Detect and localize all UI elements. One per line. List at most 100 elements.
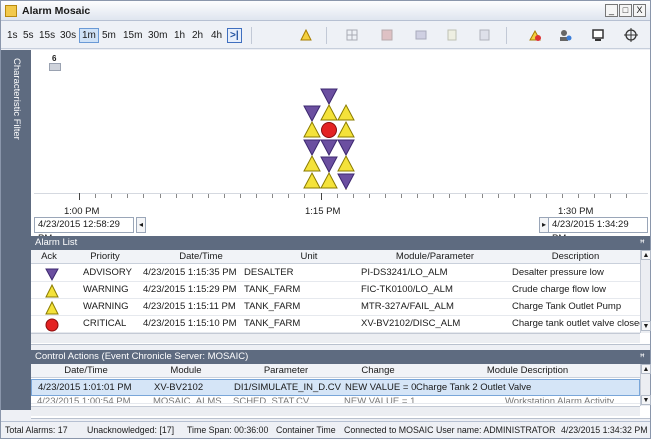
alarm-list-horizontal-scrollbar[interactable] xyxy=(31,333,640,343)
col-unit[interactable]: Unit xyxy=(259,250,359,264)
scroll-down-button[interactable]: ▼ xyxy=(641,395,651,405)
warning-icon[interactable] xyxy=(45,283,59,299)
minimize-button[interactable]: _ xyxy=(605,4,618,17)
axis-tick xyxy=(368,194,370,198)
control-actions-column-headers: Date/Time Module Parameter Change Module… xyxy=(31,364,640,378)
col-description[interactable]: Description xyxy=(511,250,640,264)
advisory-symbol[interactable] xyxy=(320,156,338,174)
display-icon[interactable] xyxy=(591,28,605,42)
axis-tick xyxy=(111,194,113,198)
status-bar: Total Alarms: 17 Unacknowledged: [17] Ti… xyxy=(1,421,650,438)
critical-symbol[interactable] xyxy=(321,122,337,138)
axis-tick xyxy=(401,194,402,198)
time-label-130pm: 1:30 PM xyxy=(558,206,594,217)
title-bar: Alarm Mosaic _ □ X xyxy=(1,1,650,21)
col-datetime[interactable]: Date/Time xyxy=(143,250,259,264)
col-datetime[interactable]: Date/Time xyxy=(31,364,141,378)
scroll-down-button[interactable]: ▼ xyxy=(641,321,651,331)
timespan-1h[interactable]: 1h xyxy=(172,28,187,43)
note-icon[interactable] xyxy=(445,28,459,42)
warning-symbol[interactable] xyxy=(337,154,355,172)
critical-icon[interactable] xyxy=(45,317,59,333)
advisory-symbol[interactable] xyxy=(320,139,338,157)
alarm-row[interactable]: WARNING 4/23/2015 1:15:29 PM TANK_FARM F… xyxy=(31,282,640,299)
alarm-row[interactable]: CRITICAL 4/23/2015 1:15:10 PM TANK_FARM … xyxy=(31,316,640,333)
maximize-button[interactable]: □ xyxy=(619,4,632,17)
advisory-symbol[interactable] xyxy=(303,139,321,157)
unit-cell: TANK_FARM xyxy=(244,318,301,329)
axis-tick xyxy=(143,194,145,198)
timespan-5s[interactable]: 5s xyxy=(21,28,36,43)
module-cell: PI-DS3241/LO_ALM xyxy=(361,267,448,278)
export-icon[interactable] xyxy=(478,28,492,42)
warning-symbol[interactable] xyxy=(337,120,355,138)
advisory-symbol[interactable] xyxy=(320,88,338,106)
col-module[interactable]: Module xyxy=(141,364,231,378)
timespan-5m[interactable]: 5m xyxy=(100,28,118,43)
col-parameter[interactable]: Parameter xyxy=(231,364,341,378)
pin-icon[interactable]: ꟸ xyxy=(640,236,645,250)
axis-tick xyxy=(433,194,435,198)
control-actions-horizontal-scrollbar[interactable] xyxy=(31,406,640,416)
timespan-30m[interactable]: 30m xyxy=(146,28,169,43)
acknowledge-icon[interactable] xyxy=(528,28,542,42)
control-action-row[interactable]: 4/23/2015 1:00:54 PM MOSAIC_ALMS SCHED_S… xyxy=(31,396,640,404)
description-cell: Crude charge flow low xyxy=(512,284,606,295)
warning-symbol[interactable] xyxy=(303,120,321,138)
grid-icon[interactable] xyxy=(345,28,359,42)
timespan-2h[interactable]: 2h xyxy=(190,28,205,43)
alarm-row[interactable]: ADVISORY 4/23/2015 1:15:35 PM DESALTER P… xyxy=(31,265,640,282)
control-action-row[interactable]: 4/23/2015 1:01:01 PM XV-BV2102 DI1/SIMUL… xyxy=(31,379,640,396)
col-priority[interactable]: Priority xyxy=(67,250,143,264)
col-module-description[interactable]: Module Description xyxy=(415,364,640,378)
axis-tick xyxy=(175,194,177,198)
warning-symbol[interactable] xyxy=(303,154,321,172)
alarm-row[interactable]: WARNING 4/23/2015 1:15:11 PM TANK_FARM M… xyxy=(31,299,640,316)
range-end[interactable]: 4/23/2015 1:34:29 PM xyxy=(548,217,648,244)
table-icon[interactable] xyxy=(414,28,428,42)
crosshair-icon[interactable] xyxy=(624,28,638,42)
timespan-15m[interactable]: 15m xyxy=(121,28,144,43)
pin-icon[interactable]: ꟸ xyxy=(640,350,645,364)
control-actions-vertical-scrollbar[interactable]: ▲ ▼ xyxy=(640,364,651,406)
filter-icon[interactable] xyxy=(380,28,394,42)
warning-symbol[interactable] xyxy=(303,171,321,189)
control-actions-grid: Date/Time Module Parameter Change Module… xyxy=(31,364,651,419)
scroll-up-button[interactable]: ▲ xyxy=(641,364,651,374)
unacknowledged-count: Unacknowledged: [17] xyxy=(87,425,175,435)
highlight-icon[interactable] xyxy=(299,28,313,42)
range-start[interactable]: 4/23/2015 12:58:29 PM xyxy=(34,217,134,244)
warning-symbol[interactable] xyxy=(320,171,338,189)
scroll-left-button[interactable]: ◂ xyxy=(136,217,146,233)
characteristic-filter-sidebar[interactable]: Characteristic Filter xyxy=(1,50,31,410)
jump-to-end-button[interactable]: >| xyxy=(227,28,242,43)
scroll-up-button[interactable]: ▲ xyxy=(641,250,651,260)
advisory-symbol[interactable] xyxy=(337,139,355,157)
advisory-symbol[interactable] xyxy=(337,173,355,190)
timespan-1m[interactable]: 1m xyxy=(79,28,99,43)
advisory-icon[interactable] xyxy=(45,266,59,282)
warning-symbol[interactable] xyxy=(337,103,355,121)
timespan-15s[interactable]: 15s xyxy=(37,28,57,43)
unit-cell: DESALTER xyxy=(244,267,294,278)
axis-tick xyxy=(336,194,338,198)
user-settings-icon[interactable] xyxy=(558,28,572,42)
connection-status: Connected to MOSAIC xyxy=(344,425,434,435)
timespan-1s[interactable]: 1s xyxy=(5,28,20,43)
axis-tick xyxy=(626,194,628,198)
timespan-4h[interactable]: 4h xyxy=(209,28,224,43)
warning-symbol[interactable] xyxy=(320,103,338,121)
alarm-list-column-headers: Ack Priority Date/Time Unit Module/Param… xyxy=(31,250,640,264)
warning-icon[interactable] xyxy=(45,300,59,316)
col-module[interactable]: Module/Parameter xyxy=(359,250,511,264)
advisory-symbol[interactable] xyxy=(303,105,321,123)
timespan-30s[interactable]: 30s xyxy=(58,28,78,43)
close-button[interactable]: X xyxy=(633,4,646,17)
datetime-cell: 4/23/2015 1:15:35 PM xyxy=(143,267,237,278)
col-ack[interactable]: Ack xyxy=(31,250,67,264)
description-cell: Workstation Alarm Activity xyxy=(505,396,615,404)
alarm-list-vertical-scrollbar[interactable]: ▲ ▼ xyxy=(640,250,651,333)
toolbar-separator xyxy=(251,27,252,44)
col-change[interactable]: Change xyxy=(341,364,415,378)
alarm-mosaic-canvas[interactable]: 6 1:00 PM 1:15 PM 1:30 PM 4/23/2015 12:5… xyxy=(31,50,650,244)
